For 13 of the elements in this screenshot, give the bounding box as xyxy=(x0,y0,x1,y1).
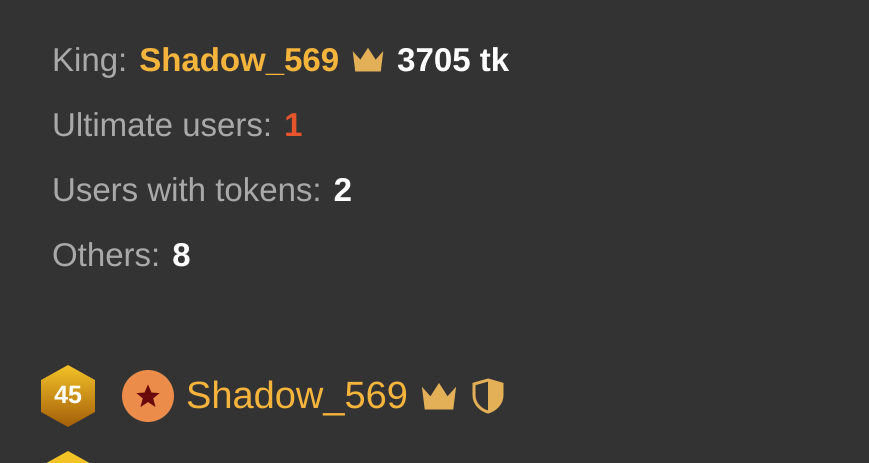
level-badge: 45 xyxy=(38,363,98,429)
user-name[interactable]: Shadow_569 xyxy=(186,374,408,418)
user-name: Shadow_569 xyxy=(139,40,340,80)
stat-label: King: xyxy=(52,40,128,80)
crown-icon xyxy=(351,46,386,74)
star-avatar-icon xyxy=(122,370,174,422)
stat-label: Users with tokens: xyxy=(52,170,322,210)
stat-value: 1 xyxy=(284,105,302,145)
stat-value: 2 xyxy=(334,170,352,210)
token-count: 3705 tk xyxy=(397,40,510,80)
stat-value: 8 xyxy=(172,235,191,275)
stat-label: Ultimate users: xyxy=(52,105,272,145)
stat-label: Others: xyxy=(52,235,160,275)
